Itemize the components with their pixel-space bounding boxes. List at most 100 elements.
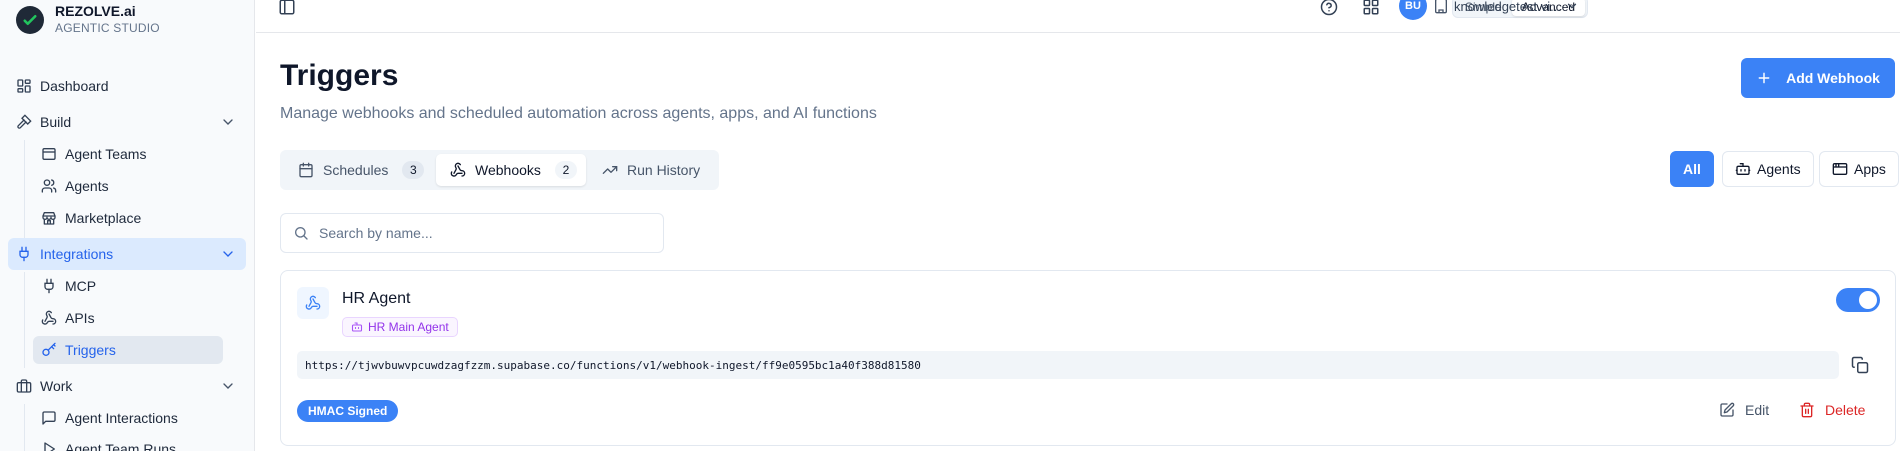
filter-label: All <box>1683 161 1701 177</box>
plug-icon <box>41 278 57 294</box>
page-subtitle: Manage webhooks and scheduled automation… <box>280 105 877 122</box>
chevron-down-icon <box>220 246 236 262</box>
avatar[interactable]: BU <box>1399 0 1427 20</box>
help-icon[interactable] <box>1320 0 1338 16</box>
webhook-name: HR Agent <box>342 290 411 307</box>
tab-label: Schedules <box>323 162 389 178</box>
page-title: Triggers <box>280 59 399 92</box>
sidebar-item-agent-team-runs[interactable]: Agent Team Runs <box>33 435 223 451</box>
topbar: Simple Advanced BU knowledgetest.vi... <box>256 0 1900 33</box>
sidebar-toggle-icon[interactable] <box>278 0 296 16</box>
toggle-knob <box>1859 291 1877 309</box>
store-icon <box>41 210 57 226</box>
sidebar-item-label: Build <box>40 114 72 130</box>
building-icon <box>1433 0 1449 14</box>
sidebar-item-agents[interactable]: Agents <box>33 172 223 200</box>
sidebar-item-agent-teams[interactable]: Agent Teams <box>33 140 223 168</box>
sidebar-item-dashboard[interactable]: Dashboard <box>8 70 246 102</box>
chevron-down-icon <box>220 114 236 130</box>
sidebar-item-work[interactable]: Work <box>8 370 246 402</box>
apps-grid-icon[interactable] <box>1362 0 1380 16</box>
delete-label: Delete <box>1825 402 1866 418</box>
sidebar-item-mcp[interactable]: MCP <box>33 272 223 300</box>
sidebar-subgroup-line <box>24 404 25 451</box>
sidebar-item-label: Marketplace <box>65 210 142 226</box>
delete-button[interactable]: Delete <box>1799 402 1865 418</box>
tab-count-badge: 3 <box>402 161 425 179</box>
sidebar-item-integrations[interactable]: Integrations <box>8 238 246 270</box>
sidebar-item-label: Integrations <box>40 246 114 262</box>
briefcase-icon <box>16 378 32 394</box>
sidebar-item-apis[interactable]: APIs <box>33 304 223 332</box>
sidebar-item-marketplace[interactable]: Marketplace <box>33 204 223 232</box>
sidebar-item-label: Agents <box>65 178 109 194</box>
tab-label: Webhooks <box>475 162 541 178</box>
brand-subtitle: AGENTIC STUDIO <box>55 21 160 35</box>
sidebar-item-label: Agent Interactions <box>65 410 178 426</box>
tab-count-badge: 2 <box>554 161 577 179</box>
filter-agents-button[interactable]: Agents <box>1722 151 1814 187</box>
webhook-icon <box>450 162 466 178</box>
search-input[interactable] <box>319 225 639 241</box>
sidebar-subgroup-line <box>24 140 25 238</box>
add-webhook-label: Add Webhook <box>1786 70 1880 86</box>
webhook-card: HR Agent HR Main Agent https://tjwvbuwvp… <box>280 270 1896 446</box>
calendar-icon <box>298 162 314 178</box>
sidebar-item-triggers[interactable]: Triggers <box>33 336 223 364</box>
bot-icon <box>351 321 363 333</box>
tab-webhooks[interactable]: Webhooks 2 <box>436 154 586 186</box>
search-icon <box>293 225 309 241</box>
app-window-icon <box>1832 161 1848 177</box>
window-icon <box>41 146 57 162</box>
sidebar: REZOLVE.ai AGENTIC STUDIO Dashboard Buil… <box>0 0 255 451</box>
chevron-down-icon <box>220 378 236 394</box>
brand-name: REZOLVE.ai <box>55 3 136 19</box>
webhook-url: https://tjwvbuwvpcuwdzagfzzm.supabase.co… <box>297 351 1839 379</box>
hmac-signed-badge: HMAC Signed <box>297 400 399 422</box>
chevron-down-icon <box>1565 0 1579 13</box>
sidebar-item-build[interactable]: Build <box>8 106 246 138</box>
trash-icon <box>1799 402 1815 418</box>
add-webhook-button[interactable]: Add Webhook <box>1741 58 1895 98</box>
trending-icon <box>602 162 618 178</box>
edit-button[interactable]: Edit <box>1719 402 1769 418</box>
dashboard-icon <box>16 78 32 94</box>
edit-icon <box>1719 402 1735 418</box>
sidebar-item-label: Work <box>40 378 73 394</box>
plug-icon <box>16 246 32 262</box>
workspace-name: knowledgetest.vi... <box>1454 0 1561 14</box>
hammer-icon <box>16 114 32 130</box>
sidebar-item-label: Agent Teams <box>65 146 147 162</box>
trigger-tabs: Schedules 3 Webhooks 2 Run History <box>280 150 719 190</box>
filter-apps-button[interactable]: Apps <box>1819 151 1899 187</box>
brand[interactable]: REZOLVE.ai AGENTIC STUDIO <box>16 3 160 36</box>
users-icon <box>41 178 57 194</box>
webhook-enabled-toggle[interactable] <box>1836 288 1880 312</box>
sidebar-subgroup-line <box>24 272 25 368</box>
sidebar-item-agent-interactions[interactable]: Agent Interactions <box>33 404 223 432</box>
agent-badge-label: HR Main Agent <box>368 320 449 334</box>
filter-label: Apps <box>1854 161 1886 177</box>
webhook-icon <box>297 287 329 319</box>
edit-label: Edit <box>1745 402 1770 418</box>
plus-icon <box>1756 70 1772 86</box>
bot-icon <box>1735 161 1751 177</box>
copy-icon[interactable] <box>1851 356 1869 374</box>
message-icon <box>41 410 57 426</box>
sidebar-item-label: Agent Team Runs <box>65 441 177 451</box>
search-box <box>280 213 664 253</box>
sidebar-item-label: Dashboard <box>40 78 109 94</box>
sidebar-item-label: APIs <box>65 310 95 326</box>
workspace-selector[interactable]: knowledgetest.vi... <box>1433 0 1579 14</box>
rezolve-logo-icon <box>16 6 44 34</box>
filter-all-button[interactable]: All <box>1670 151 1714 187</box>
tab-run-history[interactable]: Run History <box>588 154 715 186</box>
filter-label: Agents <box>1757 161 1801 177</box>
key-icon <box>41 342 57 358</box>
webhook-icon <box>41 310 57 326</box>
sidebar-item-label: MCP <box>65 278 97 294</box>
tab-schedules[interactable]: Schedules 3 <box>284 154 434 186</box>
agent-badge: HR Main Agent <box>342 317 458 337</box>
play-icon <box>41 441 57 451</box>
tab-label: Run History <box>627 162 701 178</box>
